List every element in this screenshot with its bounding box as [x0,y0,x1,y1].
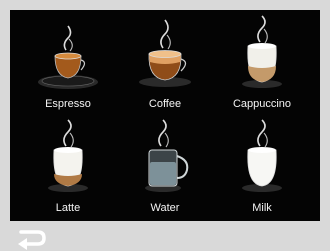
coffee-cup-icon [139,19,191,87]
drink-tile-coffee[interactable]: Coffee [117,14,213,114]
drink-selection-screen: Espresso Coffee Cappuccino Latte Water M… [0,0,330,251]
drink-tile-espresso[interactable]: Espresso [20,14,116,114]
milk-glass-icon [242,119,282,192]
drink-label-cappuccino: Cappuccino [232,98,292,110]
drink-label-milk: Milk [252,202,272,214]
drink-label-latte: Latte [55,202,81,214]
drink-label-espresso: Espresso [45,98,91,110]
espresso-cup-icon [38,25,98,89]
drink-tile-latte[interactable]: Latte [20,118,116,218]
latte-glass-icon [48,119,88,192]
back-arrow-icon[interactable] [14,228,48,250]
drink-label-coffee: Coffee [148,98,182,110]
drink-tile-milk[interactable]: Milk [214,118,310,218]
water-mug-icon [145,119,189,192]
drink-menu-panel: Espresso Coffee Cappuccino Latte Water M… [10,10,320,221]
cappuccino-glass-icon [242,15,282,88]
bottom-bar [0,221,330,251]
drink-tile-cappuccino[interactable]: Cappuccino [214,14,310,114]
drink-tile-water[interactable]: Water [117,118,213,218]
drink-label-water: Water [150,202,180,214]
